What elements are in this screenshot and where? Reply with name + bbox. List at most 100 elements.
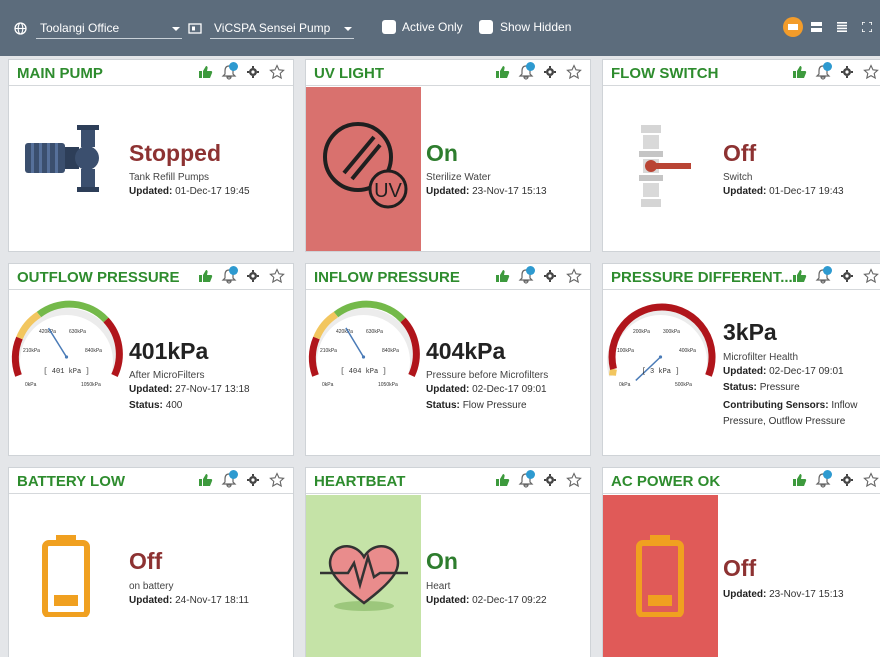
battery-icon bbox=[42, 535, 90, 617]
updated-value: 24-Nov-17 18:11 bbox=[175, 595, 249, 606]
gauge-tick-label: 420kPa bbox=[39, 329, 56, 335]
gauge-panel: 0kPa 210kPa 420kPa 630kPa 840kPa 1050kPa… bbox=[306, 291, 421, 455]
alert-count-badge bbox=[526, 470, 535, 479]
card-actions bbox=[791, 470, 880, 490]
pressure-gauge: 0kPa 210kPa 420kPa 630kPa 840kPa 1050kPa… bbox=[11, 300, 123, 388]
list-view-icon[interactable] bbox=[811, 22, 822, 32]
gear-icon[interactable] bbox=[245, 268, 261, 284]
card-ac-power-ok[interactable]: AC POWER OK Off Updated: 23-Nov-17 15:13 bbox=[602, 467, 880, 657]
card-body: On Heart Updated: 02-Dec-17 09:22 bbox=[306, 495, 590, 657]
device-select-value: ViCSPA Sensei Pump bbox=[214, 21, 331, 35]
star-icon[interactable] bbox=[566, 268, 582, 284]
thumbs-up-icon[interactable] bbox=[197, 472, 213, 488]
card-actions bbox=[791, 266, 880, 286]
alert-count-badge bbox=[526, 266, 535, 275]
updated-value: 02-Dec-17 09:01 bbox=[769, 366, 844, 377]
gauge-tick-label: 210kPa bbox=[23, 348, 40, 354]
active-only-checkbox[interactable] bbox=[382, 20, 396, 34]
thumbs-up-icon[interactable] bbox=[494, 472, 510, 488]
updated-value: 01-Dec-17 19:45 bbox=[175, 186, 250, 197]
gear-icon[interactable] bbox=[542, 472, 558, 488]
star-icon[interactable] bbox=[566, 472, 582, 488]
card-header: AC POWER OK bbox=[603, 468, 880, 494]
star-icon[interactable] bbox=[566, 64, 582, 80]
star-icon[interactable] bbox=[863, 268, 879, 284]
card-inflow-pressure[interactable]: INFLOW PRESSURE 0kPa 210kPa 420kPa 630kP… bbox=[305, 263, 591, 456]
card-body: Stopped Tank Refill Pumps Updated: 01-De… bbox=[9, 87, 293, 251]
card-description: After MicroFilters bbox=[129, 370, 205, 381]
device-icon bbox=[188, 23, 202, 34]
card-title: PRESSURE DIFFERENT... bbox=[611, 269, 793, 286]
card-actions bbox=[195, 470, 291, 490]
gear-icon[interactable] bbox=[245, 64, 261, 80]
gear-icon[interactable] bbox=[839, 472, 855, 488]
gear-icon[interactable] bbox=[839, 64, 855, 80]
updated-line: Updated: 01-Dec-17 19:43 bbox=[723, 186, 844, 197]
card-body: UV On Sterilize Water Updated: 23-Nov-17… bbox=[306, 87, 590, 251]
thumbs-up-icon[interactable] bbox=[791, 268, 807, 284]
gauge-readout: [ 3 kPa ] bbox=[642, 368, 680, 376]
card-flow-switch[interactable]: FLOW SWITCH Off Switch Updated: 01-Dec-1… bbox=[602, 59, 880, 252]
gauge-tick-label: 300kPa bbox=[663, 329, 680, 335]
site-select-value: Toolangi Office bbox=[40, 21, 120, 35]
card-description: Switch bbox=[723, 172, 753, 183]
gear-icon[interactable] bbox=[542, 64, 558, 80]
card-pressure-differential[interactable]: PRESSURE DIFFERENT... 0kPa 100kPa 200kPa… bbox=[602, 263, 880, 456]
gear-icon[interactable] bbox=[245, 472, 261, 488]
star-icon[interactable] bbox=[269, 472, 285, 488]
status-value: On bbox=[426, 140, 458, 166]
contributing-line: Contributing Sensors: Inflow Pressure, O… bbox=[723, 398, 880, 430]
gauge-tick-label: 0kPa bbox=[619, 382, 631, 388]
card-actions bbox=[195, 266, 291, 286]
alert-count-badge bbox=[229, 266, 238, 275]
thumbs-up-icon[interactable] bbox=[197, 268, 213, 284]
status-line: Status: Flow Pressure bbox=[426, 400, 527, 411]
card-main-pump[interactable]: MAIN PUMP Stopped Tank Refill Pumps Upda… bbox=[8, 59, 294, 252]
tile-view-button[interactable] bbox=[783, 17, 803, 37]
gear-icon[interactable] bbox=[542, 268, 558, 284]
chevron-down-icon bbox=[344, 27, 352, 31]
uv-status-panel: UV bbox=[306, 87, 421, 251]
card-description: Pressure before Microfilters bbox=[426, 370, 549, 381]
card-outflow-pressure[interactable]: OUTFLOW PRESSURE 0kPa 210kPa 420kPa 630k… bbox=[8, 263, 294, 456]
status-text: 400 bbox=[165, 400, 183, 411]
star-icon[interactable] bbox=[863, 64, 879, 80]
fullscreen-icon[interactable] bbox=[862, 22, 872, 32]
device-select[interactable]: ViCSPA Sensei Pump bbox=[210, 19, 354, 39]
pressure-gauge: 0kPa 100kPa 200kPa 300kPa 400kPa 500kPa … bbox=[607, 303, 716, 388]
switch-visual bbox=[603, 87, 718, 251]
star-icon[interactable] bbox=[863, 472, 879, 488]
card-title: AC POWER OK bbox=[611, 473, 721, 490]
gauge-tick-label: 400kPa bbox=[679, 348, 696, 354]
star-icon[interactable] bbox=[269, 268, 285, 284]
gauge-hub bbox=[64, 355, 69, 359]
site-select[interactable]: Toolangi Office bbox=[36, 19, 182, 39]
card-heartbeat[interactable]: HEARTBEAT On Heart Updated: 02-Dec-17 09… bbox=[305, 467, 591, 657]
gear-icon[interactable] bbox=[839, 268, 855, 284]
updated-value: 27-Nov-17 13:18 bbox=[175, 384, 250, 395]
thumbs-up-icon[interactable] bbox=[494, 268, 510, 284]
card-body: 0kPa 100kPa 200kPa 300kPa 400kPa 500kPa … bbox=[603, 291, 880, 455]
globe-icon bbox=[14, 22, 27, 35]
updated-label: Updated: bbox=[129, 595, 173, 606]
gauge-panel: 0kPa 100kPa 200kPa 300kPa 400kPa 500kPa … bbox=[603, 291, 718, 455]
card-description: Sterilize Water bbox=[426, 172, 491, 183]
card-uv-light[interactable]: UV LIGHT UV On Sterilize Water Updated: … bbox=[305, 59, 591, 252]
card-header: INFLOW PRESSURE bbox=[306, 264, 590, 290]
gauge-hub bbox=[361, 355, 366, 359]
gauge-warn-band bbox=[609, 368, 617, 376]
thumbs-up-icon[interactable] bbox=[791, 64, 807, 80]
card-battery-low[interactable]: BATTERY LOW Off on battery Updated: 24-N… bbox=[8, 467, 294, 657]
card-actions bbox=[791, 62, 880, 82]
show-hidden-checkbox[interactable] bbox=[479, 20, 493, 34]
compact-list-icon[interactable] bbox=[837, 22, 847, 32]
status-text: Flow Pressure bbox=[462, 400, 527, 411]
card-title: HEARTBEAT bbox=[314, 473, 406, 490]
thumbs-up-icon[interactable] bbox=[197, 64, 213, 80]
card-description: Heart bbox=[426, 581, 451, 592]
thumbs-up-icon[interactable] bbox=[791, 472, 807, 488]
card-description: Tank Refill Pumps bbox=[129, 172, 210, 183]
thumbs-up-icon[interactable] bbox=[494, 64, 510, 80]
star-icon[interactable] bbox=[269, 64, 285, 80]
card-body: Off Switch Updated: 01-Dec-17 19:43 bbox=[603, 87, 880, 251]
